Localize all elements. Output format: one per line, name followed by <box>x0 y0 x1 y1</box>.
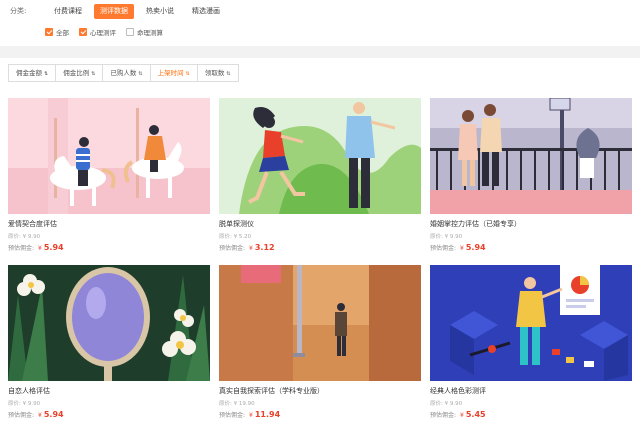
commission-value: 5.94 <box>465 243 486 252</box>
filter-row: 全部 心理测评 命理测算 <box>0 22 640 42</box>
commission-label: 预估佣金: <box>219 412 246 419</box>
commission-label: 预估佣金: <box>219 245 246 252</box>
original-price: 原价: ¥ 5.20 <box>219 232 421 240</box>
commission-value: 5.94 <box>43 243 64 252</box>
currency-symbol: ¥ <box>38 245 42 252</box>
category-bar: 分类: 付费课程 测评数据 热卖小说 精选漫画 <box>0 0 640 22</box>
product-card[interactable]: 婚姻掌控力评估（已婚专享） 原价: ¥ 9.90 预估佣金: ¥5.94 <box>430 98 632 252</box>
sort-bar: 佣金金额 ⇅ 佣金比例 ⇅ 已购人数 ⇅ 上架时间 ⇅ 领取数 ⇅ <box>0 58 640 88</box>
product-title[interactable]: 脱单探测仪 <box>219 219 421 229</box>
product-card[interactable]: 经典人格色彩测评 原价: ¥ 9.90 预估佣金: ¥5.45 <box>430 265 632 419</box>
commission-value: 3.12 <box>254 243 275 252</box>
original-price-value: ¥ 9.90 <box>444 401 463 407</box>
sort-label: 上架时间 <box>157 69 184 77</box>
product-title[interactable]: 婚姻掌控力评估（已婚专享） <box>430 219 632 229</box>
original-price-value: ¥ 9.90 <box>22 234 41 240</box>
tab-comics[interactable]: 精选漫画 <box>186 4 226 19</box>
filter-fortune[interactable]: 命理测算 <box>126 27 163 37</box>
sort-arrows-icon: ⇅ <box>138 71 143 77</box>
currency-symbol: ¥ <box>249 245 253 252</box>
original-price: 原价: ¥ 9.90 <box>430 399 632 407</box>
sort-claims[interactable]: 领取数 ⇅ <box>196 64 239 82</box>
sort-label: 领取数 <box>204 69 225 77</box>
product-image-detector[interactable] <box>219 98 421 214</box>
product-image-balcony[interactable] <box>430 98 632 214</box>
sort-arrows-icon: ⇅ <box>91 71 96 77</box>
tab-assessments[interactable]: 测评数据 <box>94 3 134 19</box>
filter-fortune-label: 命理测算 <box>137 29 163 37</box>
currency-symbol: ¥ <box>460 412 464 419</box>
product-title[interactable]: 真实自我探索评估（学科专业版） <box>219 386 421 396</box>
original-price-label: 原价: <box>219 234 232 240</box>
category-label: 分类: <box>10 7 27 15</box>
filter-all-label: 全部 <box>56 29 69 37</box>
product-title[interactable]: 爱情契合度评估 <box>8 219 210 229</box>
product-title[interactable]: 自恋人格评估 <box>8 386 210 396</box>
original-price-value: ¥ 9.90 <box>22 401 41 407</box>
commission-label: 预估佣金: <box>8 245 35 252</box>
estimated-commission: 预估佣金: ¥5.94 <box>430 243 632 252</box>
currency-symbol: ¥ <box>249 412 253 419</box>
product-title[interactable]: 经典人格色彩测评 <box>430 386 632 396</box>
filter-psych-label: 心理测评 <box>90 29 116 37</box>
commission-label: 预估佣金: <box>8 412 35 419</box>
original-price-label: 原价: <box>8 234 21 240</box>
commission-value: 5.94 <box>43 410 64 419</box>
sort-commission-amount[interactable]: 佣金金额 ⇅ <box>8 64 57 82</box>
original-price-label: 原价: <box>219 401 232 407</box>
checkbox-all[interactable] <box>45 28 53 36</box>
original-price: 原价: ¥ 19.90 <box>219 399 421 407</box>
product-image-mirror[interactable] <box>8 265 210 381</box>
filter-all[interactable]: 全部 <box>45 27 69 37</box>
filter-psych[interactable]: 心理测评 <box>79 27 116 37</box>
sort-commission-rate[interactable]: 佣金比例 ⇅ <box>55 64 104 82</box>
original-price: 原价: ¥ 9.90 <box>8 232 210 240</box>
original-price-label: 原价: <box>430 234 443 240</box>
checkbox-fortune[interactable] <box>126 28 134 36</box>
commission-label: 预估佣金: <box>430 245 457 252</box>
tab-hot-novels[interactable]: 热卖小说 <box>140 4 180 19</box>
product-image-personality-color[interactable] <box>430 265 632 381</box>
commission-label: 预估佣金: <box>430 412 457 419</box>
sort-label: 佣金比例 <box>63 69 90 77</box>
product-image-carousel[interactable] <box>8 98 210 214</box>
sort-label: 已购人数 <box>110 69 137 77</box>
checkbox-psych[interactable] <box>79 28 87 36</box>
sort-purchased[interactable]: 已购人数 ⇅ <box>102 64 151 82</box>
sort-arrows-icon: ⇅ <box>185 71 190 77</box>
original-price: 原价: ¥ 9.90 <box>430 232 632 240</box>
original-price-value: ¥ 9.90 <box>444 234 463 240</box>
product-image-explore[interactable] <box>219 265 421 381</box>
commission-value: 5.45 <box>465 410 486 419</box>
product-card[interactable]: 真实自我探索评估（学科专业版） 原价: ¥ 19.90 预估佣金: ¥11.94 <box>219 265 421 419</box>
original-price-label: 原价: <box>430 401 443 407</box>
divider-band <box>0 46 640 58</box>
sort-arrows-icon: ⇅ <box>44 71 49 77</box>
product-card[interactable]: 脱单探测仪 原价: ¥ 5.20 预估佣金: ¥3.12 <box>219 98 421 252</box>
estimated-commission: 预估佣金: ¥5.45 <box>430 410 632 419</box>
estimated-commission: 预估佣金: ¥5.94 <box>8 243 210 252</box>
commission-value: 11.94 <box>254 410 281 419</box>
original-price-value: ¥ 19.90 <box>233 401 255 407</box>
estimated-commission: 预估佣金: ¥5.94 <box>8 410 210 419</box>
original-price-value: ¥ 5.20 <box>233 234 252 240</box>
product-card[interactable]: 自恋人格评估 原价: ¥ 9.90 预估佣金: ¥5.94 <box>8 265 210 419</box>
currency-symbol: ¥ <box>38 412 42 419</box>
original-price-label: 原价: <box>8 401 21 407</box>
tab-paid-courses[interactable]: 付费课程 <box>48 4 88 19</box>
sort-listing-time[interactable]: 上架时间 ⇅ <box>149 64 198 82</box>
original-price: 原价: ¥ 9.90 <box>8 399 210 407</box>
sort-label: 佣金金额 <box>16 69 42 77</box>
currency-symbol: ¥ <box>460 245 464 252</box>
product-card[interactable]: 爱情契合度评估 原价: ¥ 9.90 预估佣金: ¥5.94 <box>8 98 210 252</box>
estimated-commission: 预估佣金: ¥11.94 <box>219 410 421 419</box>
sort-arrows-icon: ⇅ <box>226 71 231 77</box>
estimated-commission: 预估佣金: ¥3.12 <box>219 243 421 252</box>
